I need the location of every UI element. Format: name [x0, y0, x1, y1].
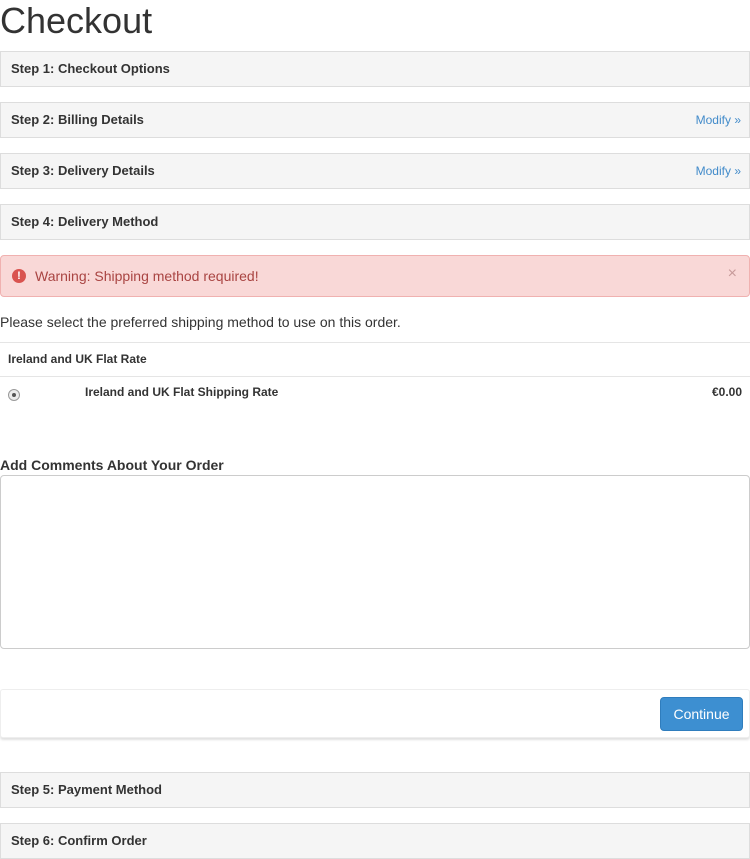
- shipping-option-label[interactable]: Ireland and UK Flat Shipping Rate: [85, 383, 278, 401]
- step-title: Step 1: Checkout Options: [11, 61, 170, 76]
- step-title: Step 2: Billing Details: [11, 112, 144, 127]
- comments-label: Add Comments About Your Order: [0, 457, 224, 473]
- exclamation-circle-icon: !: [12, 269, 26, 283]
- step-title: Step 3: Delivery Details: [11, 163, 155, 178]
- shipping-option-price: €0.00: [711, 385, 742, 399]
- radio-selected-dot: [12, 393, 16, 397]
- shipping-option-radio[interactable]: [8, 389, 20, 401]
- step-delivery-method: Step 4: Delivery Method: [0, 204, 750, 240]
- continue-button[interactable]: Continue: [660, 697, 743, 731]
- step-title: Step 6: Confirm Order: [11, 833, 147, 848]
- modify-billing-link[interactable]: Modify »: [696, 103, 741, 137]
- step-checkout-options[interactable]: Step 1: Checkout Options: [0, 51, 750, 87]
- step-payment-method[interactable]: Step 5: Payment Method: [0, 772, 750, 808]
- step-billing-details[interactable]: Step 2: Billing Details Modify »: [0, 102, 750, 138]
- step-delivery-details[interactable]: Step 3: Delivery Details Modify »: [0, 153, 750, 189]
- step-title: Step 4: Delivery Method: [11, 214, 159, 229]
- divider: [0, 376, 750, 377]
- buttons-bar: Continue: [0, 689, 750, 738]
- comments-textarea[interactable]: [0, 475, 750, 649]
- shipping-group-title: Ireland and UK Flat Rate: [8, 352, 147, 366]
- shipping-intro-text: Please select the preferred shipping met…: [0, 314, 401, 330]
- alert-text: Warning: Shipping method required!: [35, 268, 259, 284]
- close-icon[interactable]: ×: [728, 256, 737, 292]
- step-title: Step 5: Payment Method: [11, 782, 162, 797]
- page-title: Checkout: [0, 0, 153, 41]
- step-confirm-order[interactable]: Step 6: Confirm Order: [0, 823, 750, 859]
- warning-alert: ! Warning: Shipping method required! ×: [0, 255, 750, 297]
- modify-delivery-link[interactable]: Modify »: [696, 154, 741, 188]
